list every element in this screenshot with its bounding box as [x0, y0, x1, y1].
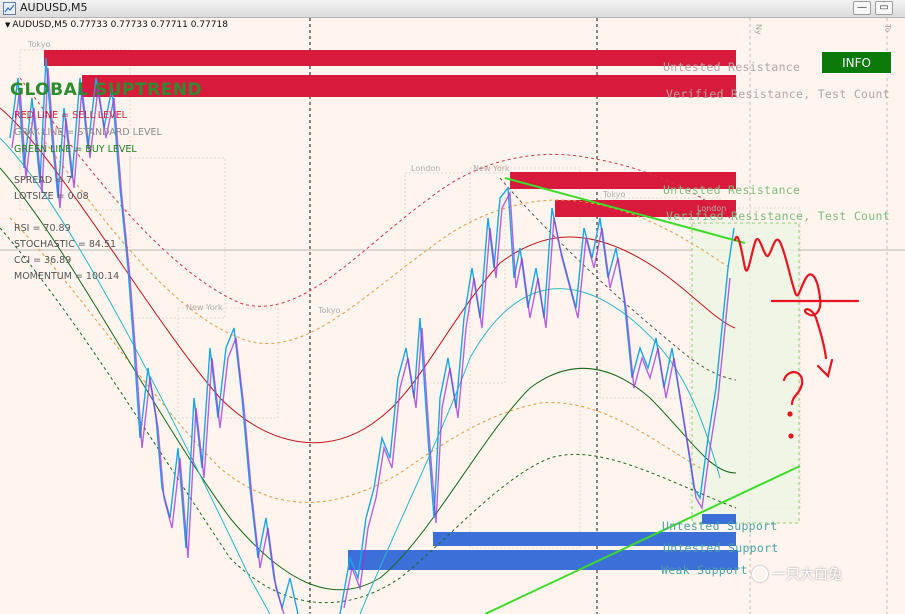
watermark-logo-icon [752, 566, 768, 582]
legend-sell-level: RED LINE = SELL LEVEL [14, 110, 127, 121]
forecast-arrow-head [816, 358, 834, 379]
stat-lotsize: LOTSIZE = 0.08 [14, 191, 89, 202]
chart-window-icon [3, 2, 16, 15]
session-box [129, 157, 226, 319]
session-label: New York [473, 164, 510, 173]
watermark-text: 一只大白兔 [772, 567, 842, 583]
price-chart[interactable]: ▼ AUDUSD,M5 0.77733 0.77733 0.77711 0.777… [0, 18, 905, 614]
candles [9, 57, 735, 614]
indicator-title: GLOBAL SUPTREND [10, 80, 203, 100]
session-boxes [19, 49, 801, 549]
stat-momentum: MOMENTUM = 100.14 [14, 271, 120, 282]
watermark: 一只大白兔 [752, 564, 842, 584]
symbol-ohlc-text: AUDUSD,M5 0.77733 0.77733 0.77711 0.7771… [12, 20, 228, 30]
window-titlebar: AUDUSD,M5 — ▭ [0, 0, 905, 18]
maximize-button[interactable]: ▭ [875, 1, 893, 15]
session-label: New York [186, 303, 223, 312]
question-mark-dot [787, 411, 793, 417]
minimize-button[interactable]: — [853, 1, 871, 15]
band-green-dashed [0, 227, 737, 604]
zone-label-support: Weak Support [661, 563, 748, 577]
period-separators [309, 18, 598, 614]
stat-spread: SPREAD = 7 [14, 175, 73, 186]
session-marker-top: To [883, 24, 892, 33]
session-label: London [411, 164, 441, 173]
symbol-ohlc-line: ▼ AUDUSD,M5 0.77733 0.77733 0.77711 0.777… [5, 20, 228, 30]
zone-label-support: Untested Support [662, 519, 778, 533]
zone-label-resistance: Untested Resistance [663, 183, 801, 197]
zone-label-resistance: Untested Resistance [663, 60, 801, 74]
resistance-zone [44, 50, 736, 66]
session-label: Tokyo [28, 40, 51, 49]
stat-rsi: RSI = 70.89 [14, 223, 71, 234]
zone-label-resistance: Verified Resistance, Test Count [666, 87, 890, 101]
session-label: London [697, 204, 727, 213]
stat-cci: CCI = 36.89 [14, 255, 72, 266]
zone-label-support: Untested Support [663, 541, 779, 555]
session-box [469, 167, 581, 549]
session-label: Tokyo [603, 190, 626, 199]
info-button[interactable]: INFO [821, 51, 892, 74]
session-marker-top: Ny [754, 24, 763, 35]
window-title: AUDUSD,M5 [20, 1, 88, 14]
symbol-dropdown-icon[interactable]: ▼ [5, 21, 10, 29]
legend-buy-level: GREEN LINE = BUY LEVEL [14, 144, 137, 155]
legend-standard-level: GRAY LINE = STANDARD LEVEL [14, 127, 162, 138]
stat-stochastic: STOCHASTIC = 84.51 [14, 239, 117, 250]
session-label: Tokyo [318, 306, 341, 315]
annotation-dot [788, 433, 794, 439]
